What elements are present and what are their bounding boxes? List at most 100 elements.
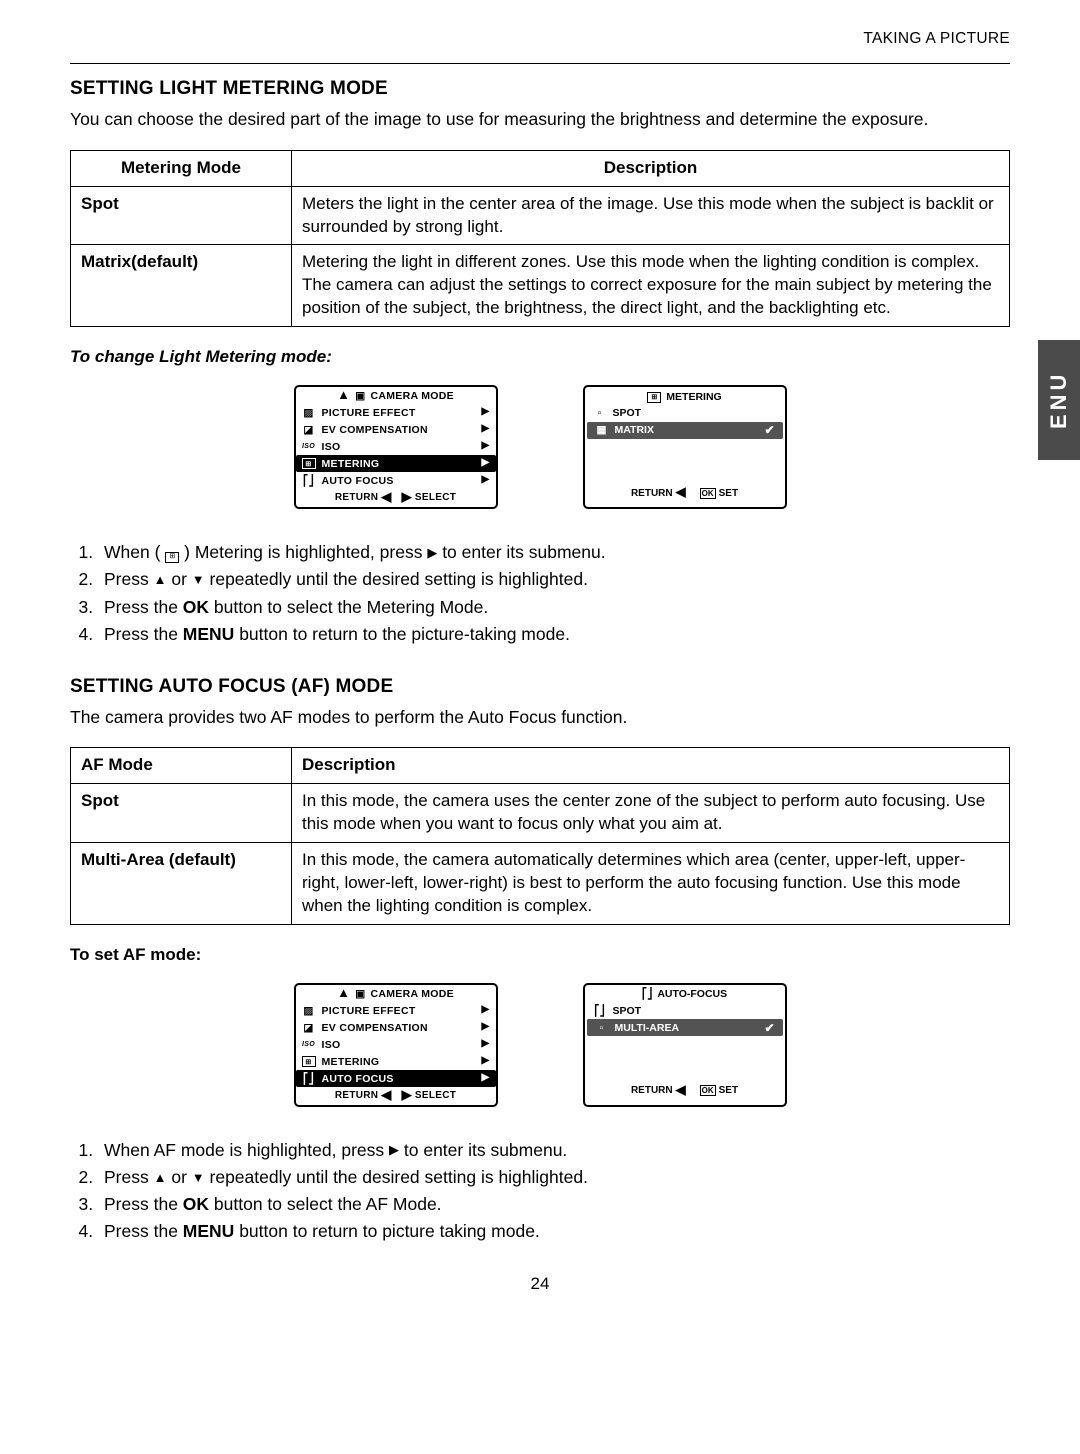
menu-item-label: AUTO FOCUS — [322, 1073, 476, 1085]
side-tab: ENU — [1038, 340, 1080, 460]
af-row1-name: Spot — [71, 784, 292, 843]
menu-item-highlighted: ⎡⎦ AUTO FOCUS — [296, 1070, 496, 1087]
af-row1-desc: In this mode, the camera uses the center… — [292, 784, 1010, 843]
section2-sub: To set AF mode: — [70, 945, 1010, 965]
effect-icon: ▨ — [302, 1005, 316, 1017]
menu-item-label: EV COMPENSATION — [322, 424, 476, 436]
ok-icon: OK — [700, 1085, 716, 1096]
section2-title: SETTING AUTO FOCUS (AF) MODE — [70, 676, 1010, 698]
menu-item-label: AUTO FOCUS — [322, 475, 476, 487]
af-row2-name: Multi-Area (default) — [71, 843, 292, 925]
step: Press the MENU button to return to pictu… — [98, 1218, 1010, 1245]
submenu-item-selected: ▫ MULTI-AREA ✔ — [587, 1019, 783, 1036]
menu2-title: CAMERA MODE — [370, 988, 453, 1000]
page-number: 24 — [70, 1274, 1010, 1294]
menu2-footer: RETURN SELECT — [296, 1087, 496, 1105]
af-icon: ⎡⎦ — [642, 988, 653, 1000]
submenu-item-label: SPOT — [613, 407, 777, 419]
submenu-item-label: MULTI-AREA — [615, 1022, 759, 1034]
menu-item: ⊞METERING — [296, 1053, 496, 1070]
step: Press or repeatedly until the desired se… — [98, 1164, 1010, 1191]
footer-return: RETURN — [631, 488, 673, 499]
camera-submenu-right-1: ⊞ METERING ▫ SPOT ▦MATRIX✔ RETURN OK SET — [583, 385, 787, 509]
submenu2-title: AUTO-FOCUS — [657, 988, 727, 1000]
menu-item: ISO ISO — [296, 438, 496, 455]
step: Press the OK button to select the AF Mod… — [98, 1191, 1010, 1218]
section1-title: SETTING LIGHT METERING MODE — [70, 78, 1010, 100]
row2-name: Matrix(default) — [71, 245, 292, 327]
footer-set: SET — [719, 1085, 738, 1096]
step: Press the OK button to select the Meteri… — [98, 594, 1010, 621]
submenu-item: ⎡⎦ SPOT — [585, 1002, 785, 1019]
metering-icon: ⊞ — [647, 390, 661, 403]
af-table: AF Mode Description Spot In this mode, t… — [70, 747, 1010, 925]
menu-item-label: METERING — [322, 1056, 476, 1068]
section2-intro: The camera provides two AF modes to perf… — [70, 706, 1010, 730]
menu-item: ISOISO — [296, 1036, 496, 1053]
footer-return: RETURN — [335, 492, 378, 503]
af-menu-illustration: ▣ CAMERA MODE ▨ PICTURE EFFECT ◪ EV COMPEN… — [70, 983, 1010, 1107]
submenu-item: ▫ SPOT — [585, 405, 785, 422]
menu1-title-row: ▣ CAMERA MODE — [296, 387, 496, 404]
submenu-item-label: SPOT — [613, 1005, 777, 1017]
menu-item-label: PICTURE EFFECT — [322, 1005, 476, 1017]
menu-item-label: PICTURE EFFECT — [322, 407, 476, 419]
spot-af-icon: ⎡⎦ — [593, 1005, 607, 1017]
camera-submenu-right-2: ⎡⎦ AUTO-FOCUS ⎡⎦ SPOT ▫ MULTI-AREA ✔ RETURN… — [583, 983, 787, 1107]
menu-item: ▨ PICTURE EFFECT — [296, 404, 496, 421]
camera-menu-left-1: ▣ CAMERA MODE ▨ PICTURE EFFECT ◪ EV COMPEN… — [294, 385, 498, 509]
matrix-icon: ▦ — [595, 424, 609, 436]
submenu1-title: METERING — [666, 391, 721, 403]
af-icon: ⎡⎦ — [302, 475, 316, 487]
submenu1-title-row: ⊞ METERING — [585, 387, 785, 405]
footer-select: SELECT — [415, 1090, 456, 1101]
section1-intro: You can choose the desired part of the i… — [70, 108, 1010, 132]
metering-table: Metering Mode Description Spot Meters th… — [70, 150, 1010, 328]
th-af-mode: AF Mode — [71, 748, 292, 784]
row1-desc: Meters the light in the center area of t… — [292, 186, 1010, 245]
camera-menu-left-2: ▣ CAMERA MODE ▨ PICTURE EFFECT ◪ EV COMPEN… — [294, 983, 498, 1107]
submenu1-footer: RETURN OK SET — [585, 485, 785, 503]
menu-item-highlighted: ⊞METERING — [296, 455, 496, 472]
footer-select: SELECT — [415, 492, 456, 503]
checkmark-icon: ✔ — [764, 423, 774, 437]
th-af-desc: Description — [292, 748, 1010, 784]
row2-desc: Metering the light in different zones. U… — [292, 245, 1010, 327]
section2-steps: When AF mode is highlighted, press to en… — [70, 1137, 1010, 1246]
submenu2-title-row: ⎡⎦ AUTO-FOCUS — [585, 985, 785, 1002]
row1-name: Spot — [71, 186, 292, 245]
step: Press the MENU button to return to the p… — [98, 621, 1010, 648]
multi-icon: ▫ — [595, 1022, 609, 1034]
step: Press or repeatedly until the desired se… — [98, 566, 1010, 593]
checkmark-icon: ✔ — [764, 1021, 774, 1035]
breadcrumb: TAKING A PICTURE — [70, 30, 1010, 48]
af-row2-desc: In this mode, the camera automatically d… — [292, 843, 1010, 925]
th-desc: Description — [292, 150, 1010, 186]
menu-item: ▨ PICTURE EFFECT — [296, 1002, 496, 1019]
submenu2-footer: RETURN OK SET — [585, 1082, 785, 1100]
header-rule — [70, 63, 1010, 64]
menu-item: ◪ EV COMPENSATION — [296, 421, 496, 438]
ev-icon: ◪ — [302, 1022, 316, 1034]
metering-icon: ⊞ — [302, 458, 316, 470]
submenu-item-selected: ▦MATRIX✔ — [587, 422, 783, 439]
menu-item: ◪ EV COMPENSATION — [296, 1019, 496, 1036]
menu1-footer: RETURN SELECT — [296, 489, 496, 507]
camera-icon: ▣ — [355, 988, 365, 1000]
section1-steps: When ( ⊞ ) Metering is highlighted, pres… — [70, 539, 1010, 648]
ev-icon: ◪ — [302, 424, 316, 436]
section1-sub: To change Light Metering mode: — [70, 347, 1010, 367]
step: When AF mode is highlighted, press to en… — [98, 1137, 1010, 1164]
iso-icon: ISO — [302, 441, 316, 453]
effect-icon: ▨ — [302, 407, 316, 419]
af-icon: ⎡⎦ — [302, 1073, 316, 1085]
metering-menu-illustration: ▣ CAMERA MODE ▨ PICTURE EFFECT ◪ EV COMPEN… — [70, 385, 1010, 509]
footer-set: SET — [719, 488, 738, 499]
spot-icon: ▫ — [593, 407, 607, 419]
menu1-title: CAMERA MODE — [370, 390, 453, 402]
menu-item-label: EV COMPENSATION — [322, 1022, 476, 1034]
metering-inline-icon: ⊞ — [165, 552, 179, 563]
ok-icon: OK — [700, 488, 716, 499]
menu-item-label: ISO — [322, 441, 476, 453]
camera-icon: ▣ — [355, 390, 365, 402]
